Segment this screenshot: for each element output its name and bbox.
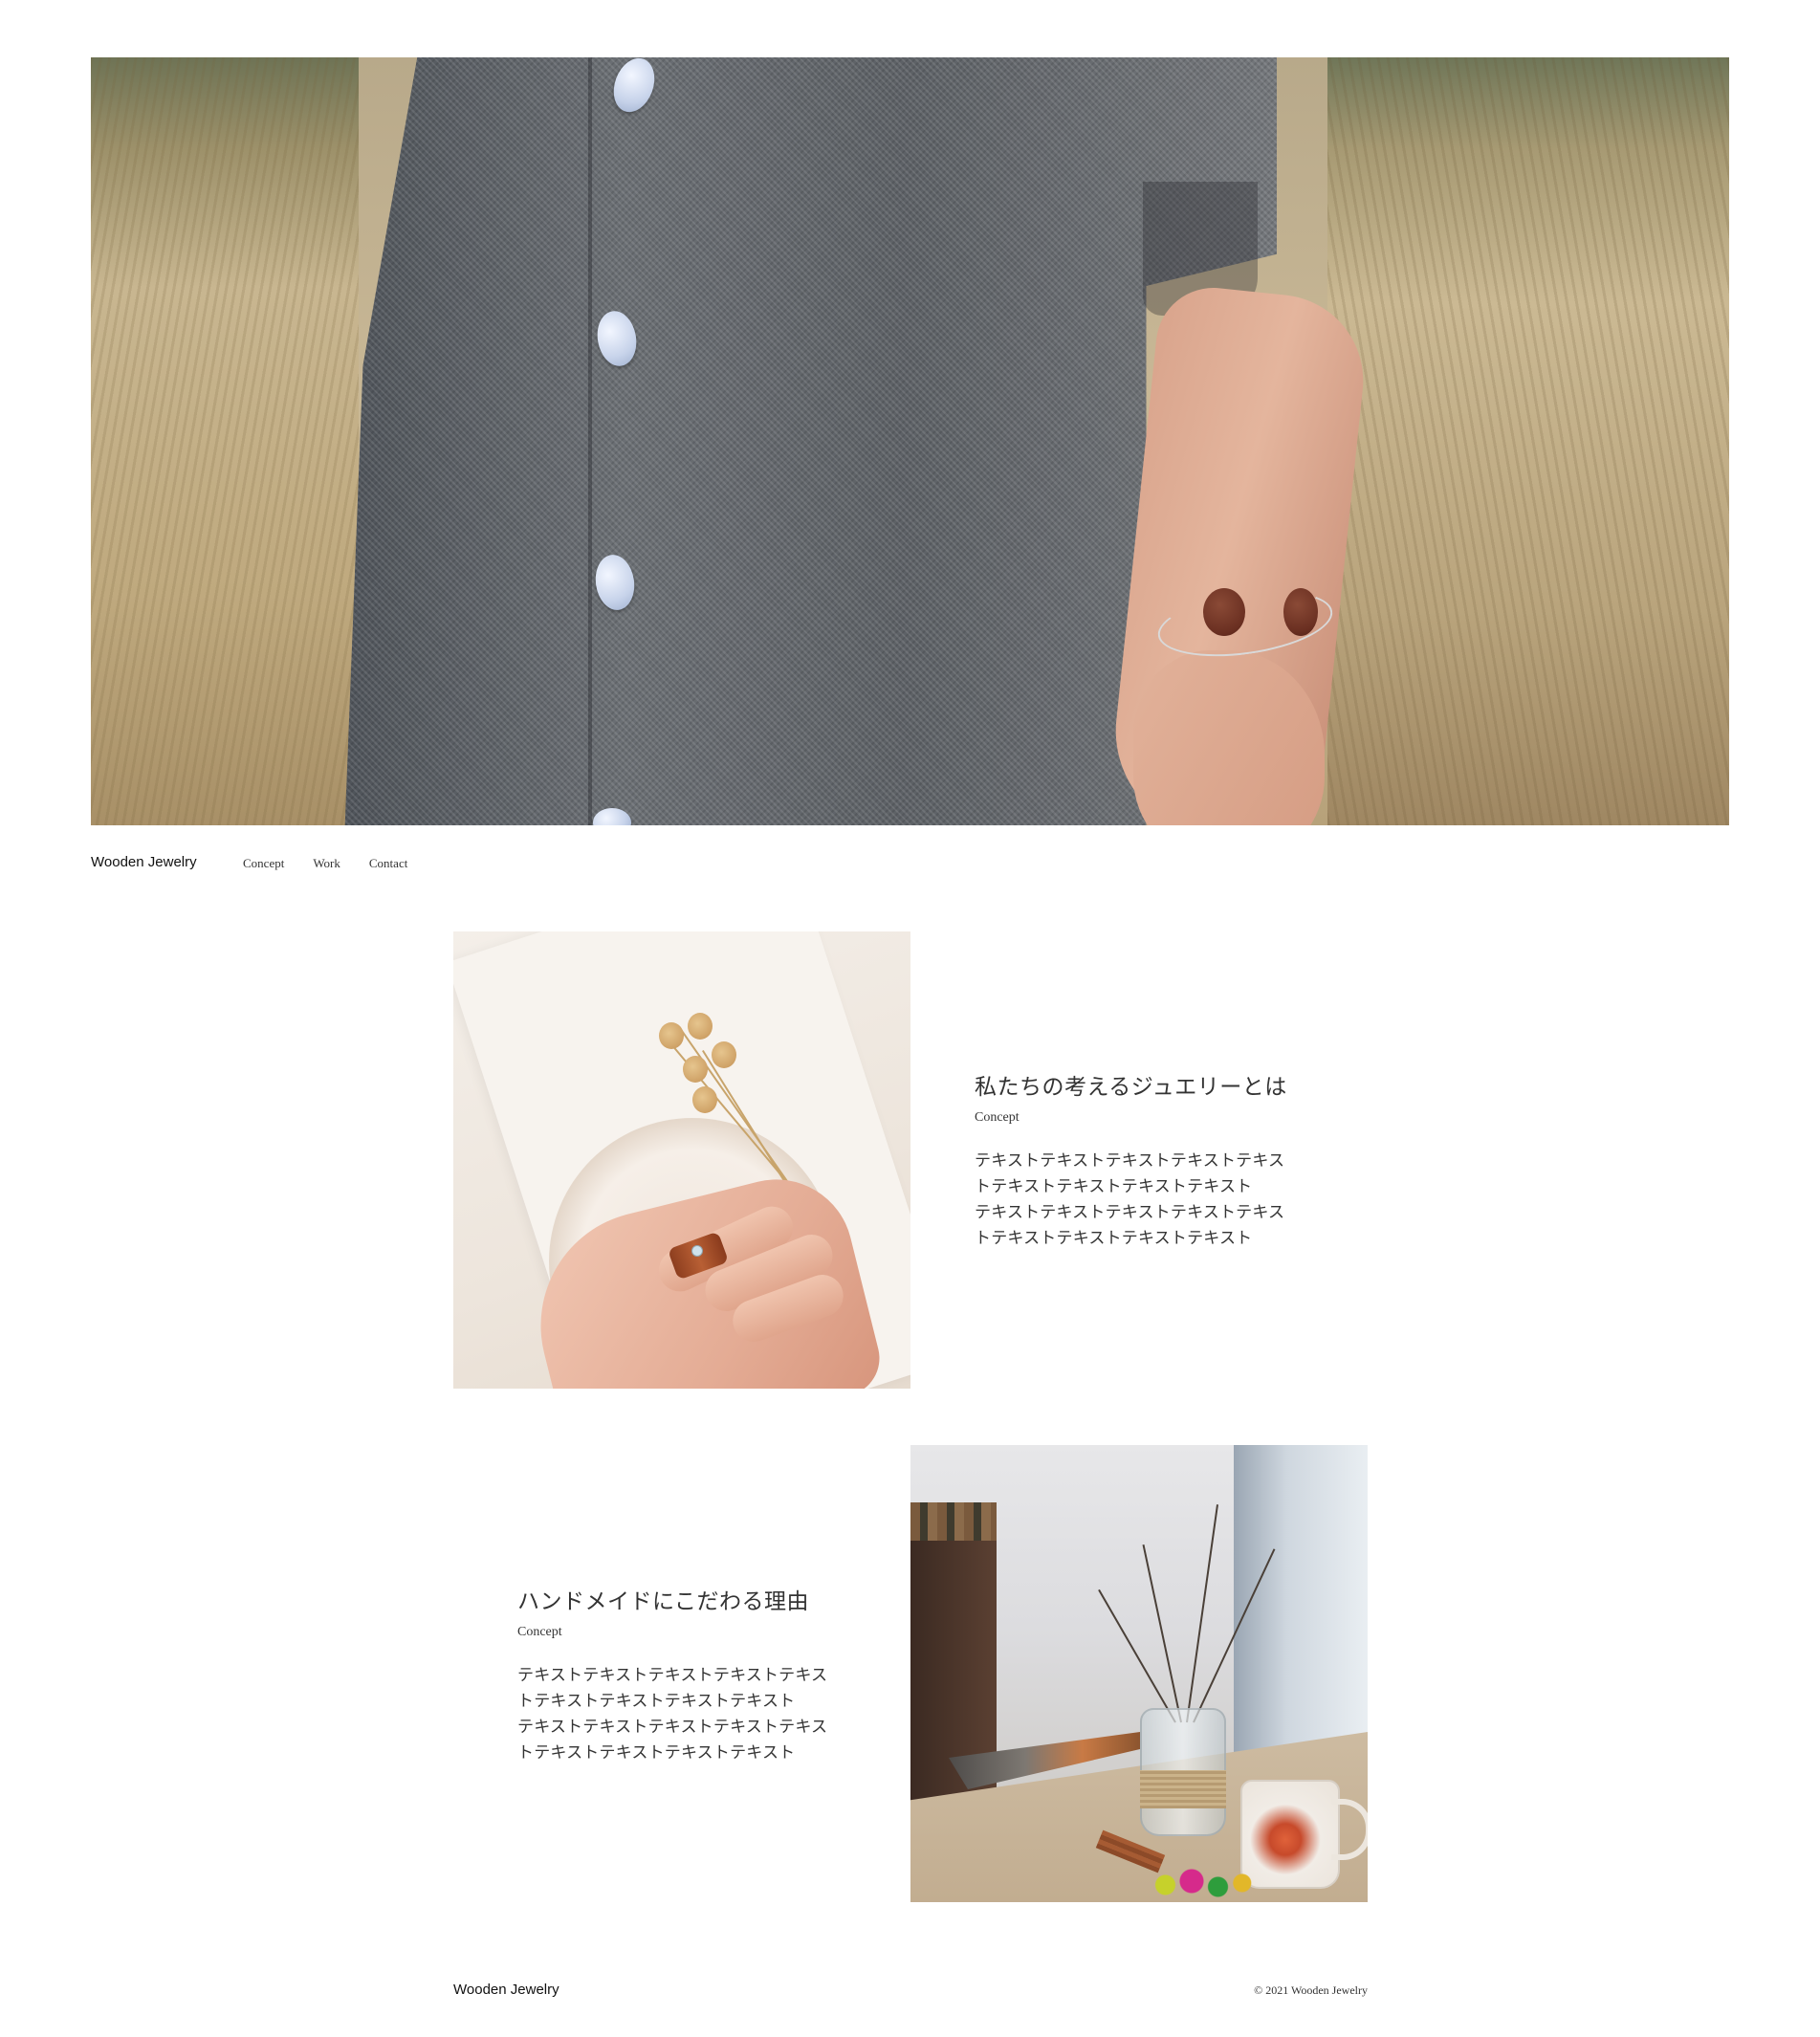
dried-flower bbox=[692, 1086, 717, 1113]
dress-placket bbox=[588, 57, 592, 825]
concept-section-2: ハンドメイドにこだわる理由 Concept テキストテキストテキストテキストテキ… bbox=[517, 1583, 843, 1766]
section-title: 私たちの考えるジュエリーとは bbox=[975, 1075, 1287, 1100]
nav-link-contact[interactable]: Contact bbox=[369, 856, 407, 871]
section-body: テキストテキストテキストテキストテキストテキストテキストテキストテキスト テキス… bbox=[975, 1151, 1285, 1248]
section-subtitle: Concept bbox=[517, 1625, 562, 1639]
section-subtitle: Concept bbox=[975, 1110, 1020, 1125]
concept-section-1: 私たちの考えるジュエリーとは Concept テキストテキストテキストテキストテ… bbox=[975, 1068, 1300, 1252]
ornaments bbox=[1150, 1866, 1255, 1902]
jar-twine bbox=[1140, 1770, 1226, 1808]
grass-field-left bbox=[91, 57, 359, 825]
books bbox=[910, 1502, 997, 1541]
mug-handle bbox=[1331, 1799, 1368, 1860]
footer-logo[interactable]: Wooden Jewelry bbox=[453, 1982, 559, 1998]
site-logo[interactable]: Wooden Jewelry bbox=[91, 854, 197, 870]
dried-twig bbox=[1098, 1588, 1176, 1723]
nav-link-work[interactable]: Work bbox=[313, 856, 340, 871]
ring-photo bbox=[453, 931, 910, 1389]
dried-twig bbox=[1186, 1504, 1219, 1723]
wooden-bead bbox=[1203, 588, 1245, 636]
studio-photo bbox=[910, 1445, 1368, 1902]
nav-link-concept[interactable]: Concept bbox=[243, 856, 284, 871]
dried-flower bbox=[712, 1041, 736, 1068]
dried-flower bbox=[683, 1056, 708, 1083]
grass-field-right bbox=[1327, 57, 1729, 825]
section-body: テキストテキストテキストテキストテキストテキストテキストテキストテキスト テキス… bbox=[517, 1666, 828, 1763]
hero-image bbox=[91, 57, 1729, 825]
ring-gem bbox=[691, 1245, 703, 1257]
section-title: ハンドメイドにこだわる理由 bbox=[517, 1589, 810, 1614]
dried-flower bbox=[659, 1022, 684, 1049]
wooden-bead bbox=[1283, 588, 1318, 636]
copyright: © 2021 Wooden Jewelry bbox=[1254, 1983, 1368, 1997]
dried-twig bbox=[1142, 1544, 1182, 1723]
christmas-mug bbox=[1240, 1780, 1340, 1889]
main-nav: Concept Work Contact bbox=[243, 856, 407, 871]
dried-flower bbox=[688, 1013, 713, 1040]
